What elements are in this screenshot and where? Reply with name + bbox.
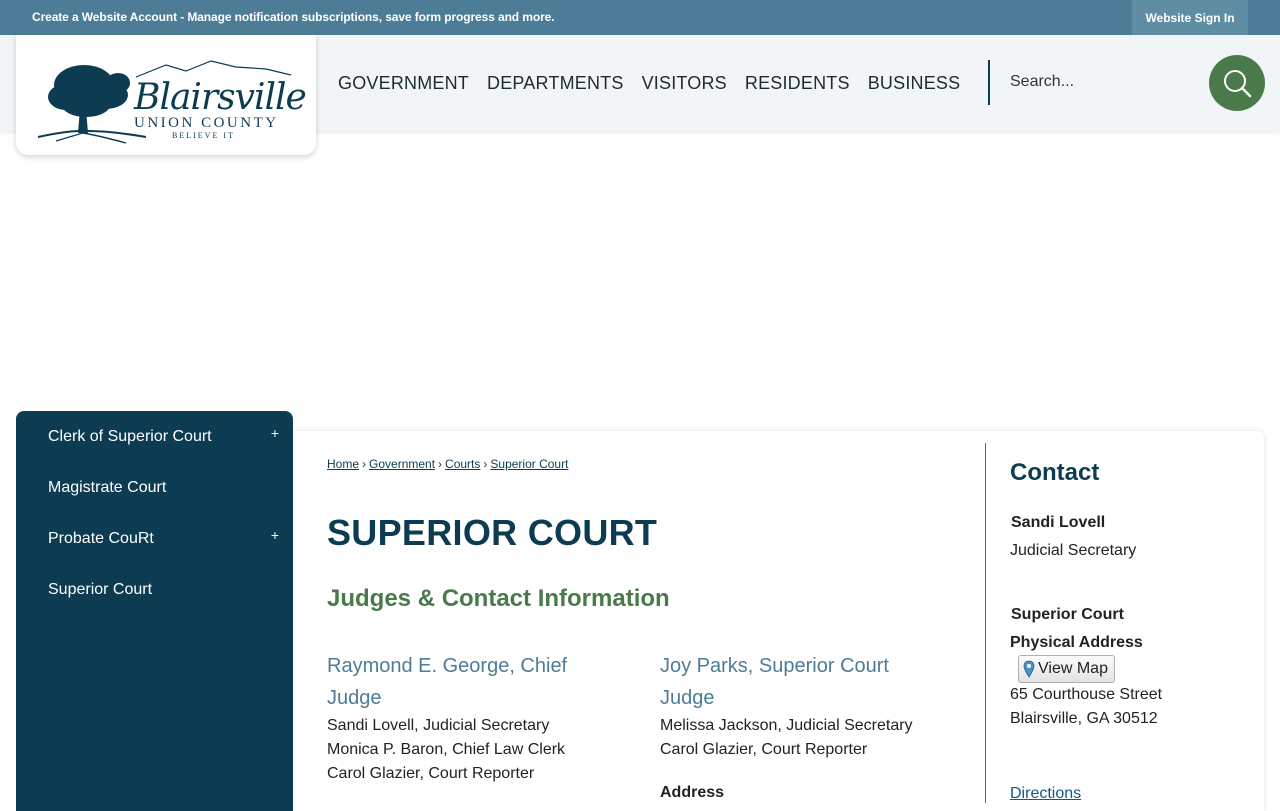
breadcrumb-superior-court[interactable]: Superior Court <box>490 457 568 471</box>
search-input[interactable] <box>1002 62 1198 102</box>
street-address: 65 Courthouse Street <box>1010 686 1163 703</box>
sidebar-item-label: Magistrate Court <box>48 478 167 496</box>
map-pin-icon <box>1023 660 1035 678</box>
staff-line: Melissa Jackson, Judicial Secretary <box>660 717 913 734</box>
staff-line: Carol Glazier, Court Reporter <box>660 741 868 758</box>
sidebar-item-superior-court[interactable]: Superior Court <box>16 564 293 615</box>
contact-person: Sandi Lovell <box>1011 514 1106 531</box>
notification-bar: Create a Website Account - Manage notifi… <box>0 0 1280 35</box>
breadcrumb-home[interactable]: Home <box>327 457 359 471</box>
breadcrumb-courts[interactable]: Courts <box>445 457 480 471</box>
section-heading: Judges & Contact Information <box>327 585 670 612</box>
nav-business[interactable]: BUSINESS <box>868 73 961 94</box>
search-icon <box>1224 70 1252 98</box>
nav-government[interactable]: GOVERNMENT <box>338 73 469 94</box>
staff-line: Monica P. Baron, Chief Law Clerk <box>327 741 566 758</box>
logo-script-text: Blairsville <box>134 77 307 118</box>
site-logo[interactable]: Blairsville UNION COUNTY BELIEVE IT <box>16 35 316 155</box>
judge-block: Raymond E. George, Chief Judge Sandi Lov… <box>327 650 627 786</box>
judge-name: Raymond E. George, Chief Judge <box>327 655 568 709</box>
judge-block: Joy Parks, Superior Court Judge Melissa … <box>660 650 930 762</box>
website-sign-in-button[interactable]: Website Sign In <box>1132 0 1248 35</box>
search-divider <box>988 60 990 105</box>
expand-plus-icon[interactable]: + <box>271 425 279 441</box>
nav-residents[interactable]: RESIDENTS <box>745 73 850 94</box>
breadcrumb-separator: › <box>362 457 367 471</box>
nav-departments[interactable]: DEPARTMENTS <box>487 73 624 94</box>
logo-tagline: BELIEVE IT <box>172 131 235 140</box>
sidebar-item-probate-court[interactable]: Probate CouRt + <box>16 513 293 564</box>
contact-heading: Contact <box>1010 459 1100 486</box>
create-account-link[interactable]: Create a Website Account - Manage notifi… <box>32 10 555 24</box>
sidebar-item-label: Superior Court <box>48 580 153 598</box>
main-nav: GOVERNMENT DEPARTMENTS VISITORS RESIDENT… <box>338 73 960 94</box>
content-divider <box>985 443 986 803</box>
contact-org: Superior Court <box>1011 606 1124 623</box>
breadcrumb: Home › Government › Courts › Superior Court <box>327 457 568 471</box>
nav-visitors[interactable]: VISITORS <box>642 73 727 94</box>
page-title: SUPERIOR COURT <box>327 512 658 553</box>
sidebar-nav: Clerk of Superior Court + Magistrate Cou… <box>16 411 293 811</box>
view-map-label: View Map <box>1038 660 1108 677</box>
staff-line: Carol Glazier, Court Reporter <box>327 765 535 782</box>
staff-line: Sandi Lovell, Judicial Secretary <box>327 717 550 734</box>
contact-role: Judicial Secretary <box>1010 542 1137 559</box>
breadcrumb-separator: › <box>438 457 443 471</box>
breadcrumb-separator: › <box>483 457 488 471</box>
search-button[interactable] <box>1209 55 1265 111</box>
expand-plus-icon[interactable]: + <box>271 527 279 543</box>
logo-county-text: UNION COUNTY <box>134 115 279 131</box>
address-label: Address <box>660 784 725 801</box>
sidebar-item-label: Probate CouRt <box>48 529 154 547</box>
city-state-zip: Blairsville, GA 30512 <box>1010 710 1158 727</box>
sidebar-item-label: Clerk of Superior Court <box>48 427 212 445</box>
judge-name: Joy Parks, Superior Court Judge <box>660 655 889 709</box>
breadcrumb-government[interactable]: Government <box>369 457 435 471</box>
sidebar-item-clerk-superior-court[interactable]: Clerk of Superior Court + <box>16 411 293 462</box>
physical-address-label: Physical Address <box>1010 634 1143 651</box>
directions-link[interactable]: Directions <box>1010 785 1081 803</box>
view-map-button[interactable]: View Map <box>1018 655 1115 683</box>
sidebar-item-magistrate-court[interactable]: Magistrate Court <box>16 462 293 513</box>
